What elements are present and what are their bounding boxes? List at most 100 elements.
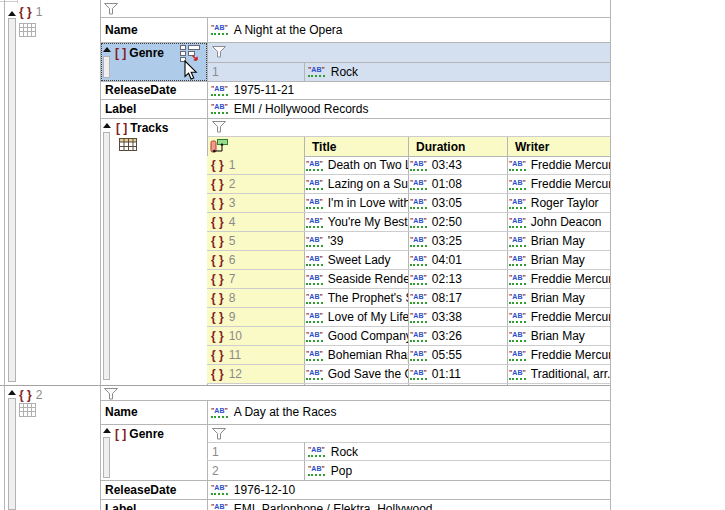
track-duration[interactable]: "AB" 02:13	[408, 270, 507, 288]
genre-index[interactable]: 2	[208, 461, 304, 480]
track-duration[interactable]: "AB" 04:01	[408, 251, 507, 269]
field-label-label[interactable]: Label	[101, 99, 207, 118]
field-releasedate-label[interactable]: ReleaseDate	[101, 480, 207, 499]
track-title[interactable]: "AB" Bohemian Rhaps	[304, 346, 408, 364]
track-index[interactable]: { } 12	[207, 365, 304, 383]
track-title[interactable]: "AB" Death on Two Le	[304, 156, 408, 174]
array-icon: [ ]	[115, 427, 126, 441]
filter-icon[interactable]	[104, 388, 119, 400]
field-name-value[interactable]: "AB" A Night at the Opera	[208, 17, 610, 42]
track-duration-text: 03:38	[432, 310, 462, 324]
field-name-label[interactable]: Name	[101, 400, 207, 424]
genre-index[interactable]: 1	[208, 442, 304, 461]
track-title[interactable]: "AB" You're My Best Fr	[304, 213, 408, 231]
track-writer[interactable]: "AB" Brian May	[507, 232, 610, 250]
column-header-title[interactable]: Title	[308, 137, 408, 156]
track-title[interactable]: "AB" I'm in Love with	[304, 194, 408, 212]
filter-icon[interactable]	[104, 3, 119, 15]
track-writer[interactable]: "AB" Freddie Mercury	[507, 308, 610, 326]
track-writer[interactable]: "AB" Traditional, arr.	[507, 365, 610, 383]
genre-label[interactable]: [ ] Genre	[115, 424, 164, 443]
field-name-value[interactable]: "AB" A Day at the Races	[208, 400, 610, 424]
column-header-duration[interactable]: Duration	[412, 137, 507, 156]
filter-icon[interactable]	[212, 121, 227, 133]
track-writer-text: Traditional, arr.	[531, 367, 610, 381]
field-releasedate-value[interactable]: "AB" 1976-12-10	[208, 480, 610, 499]
track-index[interactable]: { } 6	[207, 251, 304, 269]
pivot-table-icon[interactable]	[210, 138, 229, 154]
track-duration[interactable]: "AB" 08:17	[408, 289, 507, 307]
record-index[interactable]: { } 2	[19, 387, 42, 402]
field-releasedate-value-text: 1976-12-10	[234, 483, 295, 497]
track-title-text: You're My Best Fr	[328, 215, 408, 229]
collapse-triangle[interactable]	[103, 428, 111, 433]
track-row: { } 5 "AB" '39 "AB" 03:25 "AB" Brian May	[207, 232, 610, 251]
tracks-label[interactable]: [ ] Tracks	[116, 118, 168, 137]
track-index[interactable]: { } 5	[207, 232, 304, 250]
track-duration[interactable]: "AB" 03:38	[408, 308, 507, 326]
track-writer[interactable]: "AB" Brian May	[507, 289, 610, 307]
field-releasedate-value[interactable]: "AB" 1975-11-21	[208, 81, 610, 99]
table-view-icon[interactable]	[119, 138, 137, 151]
track-duration[interactable]: "AB" 01:08	[408, 175, 507, 193]
filter-icon[interactable]	[212, 428, 227, 440]
track-duration[interactable]: "AB" 03:25	[408, 232, 507, 250]
collapse-bar[interactable]	[103, 56, 110, 78]
genre-value[interactable]: "AB" Rock	[305, 442, 610, 461]
genre-label[interactable]: [ ] Genre	[115, 43, 164, 62]
table-view-icon[interactable]	[19, 23, 36, 37]
table-view-icon[interactable]	[19, 403, 36, 417]
track-writer[interactable]: "AB" Freddie Mercury	[507, 270, 610, 288]
track-title[interactable]: "AB" Love of My Life	[304, 308, 408, 326]
track-writer[interactable]: "AB" Roger Taylor	[507, 194, 610, 212]
collapse-triangle[interactable]	[103, 47, 111, 52]
field-label-value[interactable]: "AB" EMI, Parlophone / Elektra, Hollywoo…	[208, 499, 610, 510]
collapse-bar[interactable]	[103, 437, 110, 478]
collapse-bar[interactable]	[8, 18, 16, 382]
track-duration[interactable]: "AB" 03:05	[408, 194, 507, 212]
track-duration[interactable]: "AB" 01:11	[408, 365, 507, 383]
collapse-triangle[interactable]	[103, 123, 111, 128]
track-title[interactable]: "AB" The Prophet's So	[304, 289, 408, 307]
track-writer[interactable]: "AB" Freddie Mercury	[507, 175, 610, 193]
column-header-writer[interactable]: Writer	[511, 137, 610, 156]
track-writer[interactable]: "AB" Brian May	[507, 327, 610, 345]
genre-index[interactable]: 1	[208, 62, 304, 81]
track-writer[interactable]: "AB" Freddie Mercury	[507, 156, 610, 174]
genre-index-text: 1	[212, 445, 219, 459]
track-index[interactable]: { } 1	[207, 156, 304, 174]
genre-value[interactable]: "AB" Pop	[305, 461, 610, 480]
track-title[interactable]: "AB" Lazing on a Sun	[304, 175, 408, 193]
track-duration[interactable]: "AB" 05:55	[408, 346, 507, 364]
track-title[interactable]: "AB" Seaside Rendezv	[304, 270, 408, 288]
track-duration[interactable]: "AB" 03:26	[408, 327, 507, 345]
genre-value[interactable]: "AB" Rock	[305, 62, 610, 81]
track-index[interactable]: { } 11	[207, 346, 304, 364]
track-title[interactable]: "AB" Sweet Lady	[304, 251, 408, 269]
field-label-label[interactable]: Label	[101, 499, 207, 510]
track-writer[interactable]: "AB" Freddie Mercury	[507, 346, 610, 364]
track-writer[interactable]: "AB" Brian May	[507, 251, 610, 269]
track-duration[interactable]: "AB" 02:50	[408, 213, 507, 231]
collapse-bar[interactable]	[8, 398, 16, 510]
filter-icon[interactable]	[212, 46, 227, 58]
collapse-triangle[interactable]	[8, 11, 16, 16]
track-title[interactable]: "AB" Good Company	[304, 327, 408, 345]
track-index[interactable]: { } 2	[207, 175, 304, 193]
track-index[interactable]: { } 10	[207, 327, 304, 345]
track-index[interactable]: { } 4	[207, 213, 304, 231]
field-name-label[interactable]: Name	[101, 17, 207, 42]
collapse-triangle[interactable]	[8, 390, 16, 395]
track-index[interactable]: { } 3	[207, 194, 304, 212]
record-index[interactable]: { } 1	[19, 4, 42, 19]
track-index[interactable]: { } 9	[207, 308, 304, 326]
track-index[interactable]: { } 7	[207, 270, 304, 288]
field-label-value[interactable]: "AB" EMI / Hollywood Records	[208, 99, 610, 118]
collapse-bar[interactable]	[103, 132, 110, 380]
field-releasedate-label[interactable]: ReleaseDate	[101, 81, 207, 99]
track-index[interactable]: { } 8	[207, 289, 304, 307]
track-title[interactable]: "AB" '39	[304, 232, 408, 250]
track-title[interactable]: "AB" God Save the Qu	[304, 365, 408, 383]
track-writer[interactable]: "AB" John Deacon	[507, 213, 610, 231]
track-duration[interactable]: "AB" 03:43	[408, 156, 507, 174]
